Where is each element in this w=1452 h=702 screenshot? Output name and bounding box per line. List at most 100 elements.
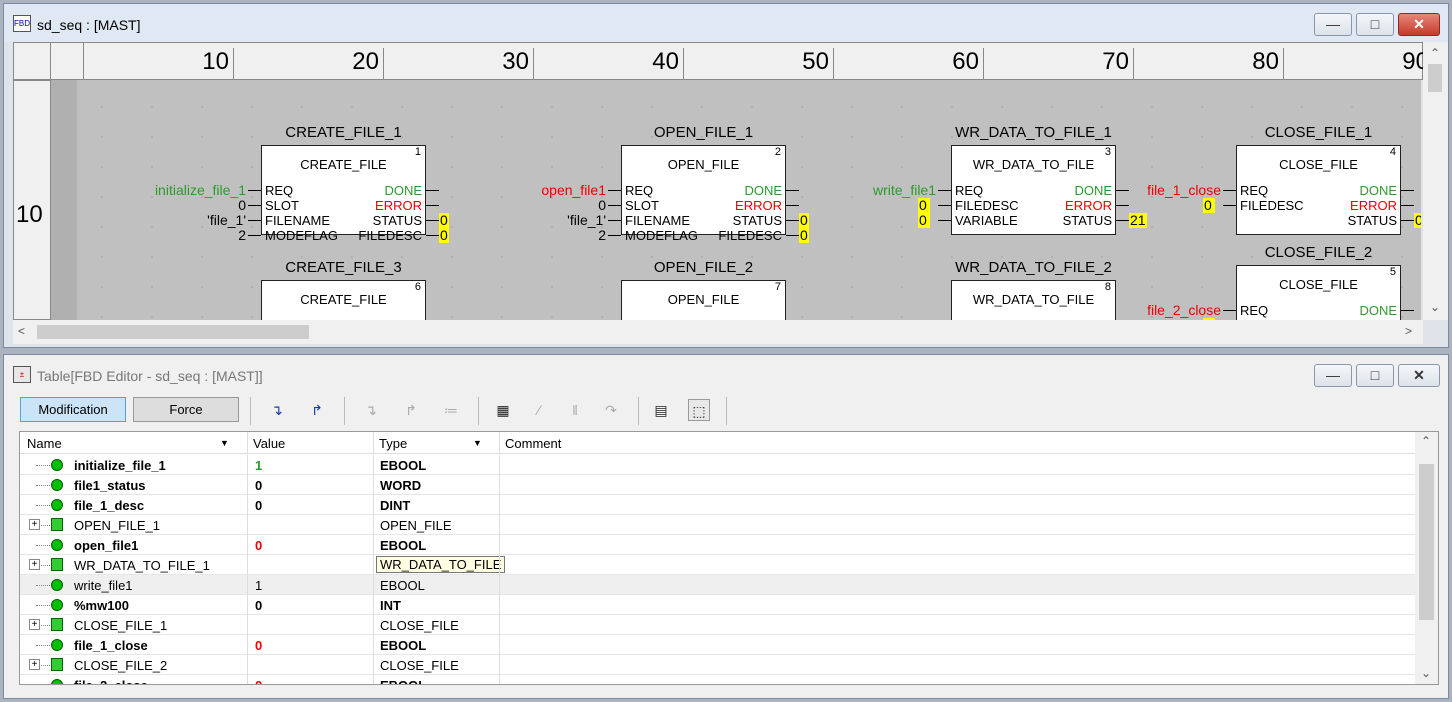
table-row[interactable]: file1_status 0 WORD <box>20 475 1415 495</box>
fb-output-pin[interactable]: STATUS <box>1348 213 1397 228</box>
fbd-horizontal-scrollbar[interactable]: < > <box>13 320 1423 344</box>
fb-input-pin[interactable]: REQ <box>265 183 293 198</box>
fb-input-pin[interactable]: MODEFLAG <box>265 228 338 243</box>
fb-output-pin[interactable]: STATUS <box>1063 213 1112 228</box>
function-block[interactable]: OPEN_FILE7REQDONE <box>621 280 786 320</box>
table-row[interactable]: initialize_file_1 1 EBOOL <box>20 455 1415 475</box>
animation-icon[interactable]: ▤ <box>650 399 672 421</box>
table-row[interactable]: file_1_close 0 EBOOL <box>20 635 1415 655</box>
cell-value[interactable]: 1 <box>255 458 262 473</box>
input-value[interactable]: file_1_close <box>1021 183 1221 198</box>
fb-input-pin[interactable]: SLOT <box>625 198 659 213</box>
reset-icon[interactable]: ‖ <box>564 399 586 421</box>
expand-icon[interactable]: + <box>29 559 40 570</box>
fbd-hscroll-thumb[interactable] <box>37 325 309 339</box>
fb-input-pin[interactable]: FILEDESC <box>1240 198 1304 213</box>
cell-type[interactable]: INT <box>380 598 401 613</box>
input-value[interactable]: initialize_file_1 <box>51 183 246 198</box>
fbd-canvas[interactable]: CREATE_FILE_1 initialize_file_1 0'file_1' 2… <box>51 80 1421 320</box>
fbd-title-bar[interactable]: FBD sd_seq : [MAST] — □ ✕ <box>4 4 1448 42</box>
table-scroll-down-arrow[interactable]: ⌄ <box>1421 666 1431 680</box>
table-vertical-scrollbar[interactable]: ⌃ ⌄ <box>1415 432 1438 684</box>
toggle-icon[interactable]: ↷ <box>600 399 622 421</box>
cell-value[interactable]: 0 <box>255 478 262 493</box>
fb-output-pin[interactable]: FILEDESC <box>718 228 782 243</box>
input-value[interactable]: 'file_1' <box>406 213 606 228</box>
cell-name[interactable]: open_file1 <box>74 538 138 553</box>
rising-edge-icon[interactable]: ↱ <box>306 399 328 421</box>
cell-type[interactable]: CLOSE_FILE <box>380 618 459 633</box>
fb-input-pin[interactable]: REQ <box>1240 183 1268 198</box>
cell-type[interactable]: OPEN_FILE <box>380 518 452 533</box>
input-value[interactable]: write_file1 <box>736 183 936 198</box>
fb-input-pin[interactable]: REQ <box>1240 303 1268 318</box>
scroll-down-arrow[interactable]: ⌄ <box>1430 300 1440 314</box>
table-row[interactable]: + OPEN_FILE_1 OPEN_FILE <box>20 515 1415 535</box>
function-block[interactable]: CREATE_FILE 1 REQ SLOT FILENAME MODEFLAG DONE E… <box>261 145 426 243</box>
input-value[interactable]: 0 <box>918 213 930 228</box>
function-block[interactable]: CREATE_FILE6REQDONE <box>261 280 426 320</box>
fb-output-pin[interactable]: STATUS <box>733 213 782 228</box>
column-value-header[interactable]: Value <box>253 436 285 451</box>
input-value[interactable]: file_2_close <box>1021 303 1221 318</box>
column-name-header[interactable]: Name <box>27 436 62 451</box>
cell-name[interactable]: %mw100 <box>74 598 129 613</box>
force-tab[interactable]: Force <box>133 397 239 422</box>
cell-type[interactable]: EBOOL <box>380 678 426 684</box>
scroll-left-arrow[interactable]: < <box>18 324 25 338</box>
cell-name[interactable]: file_1_close <box>74 638 148 653</box>
cell-name[interactable]: OPEN_FILE_1 <box>74 518 160 533</box>
expand-icon[interactable]: + <box>29 519 40 530</box>
table-title-bar[interactable]: ± Table[FBD Editor - sd_seq : [MAST]] — … <box>4 355 1448 393</box>
select-mode-icon[interactable]: ⬚ <box>688 399 710 421</box>
table-vscroll-thumb[interactable] <box>1419 464 1434 620</box>
cell-value[interactable]: 0 <box>255 498 262 513</box>
input-value[interactable]: 2 <box>406 228 606 243</box>
column-type-header[interactable]: Type <box>379 436 407 451</box>
name-sort-icon[interactable]: ▼ <box>220 438 229 448</box>
input-value[interactable]: 0 <box>406 198 606 213</box>
fb-output-pin[interactable]: ERROR <box>1065 198 1112 213</box>
table-row[interactable]: %mw100 0 INT <box>20 595 1415 615</box>
force-rising-icon[interactable]: ↱ <box>400 399 422 421</box>
cell-type[interactable]: EBOOL <box>380 458 426 473</box>
set-icon[interactable]: ∕ <box>528 399 550 421</box>
fbd-vertical-scrollbar[interactable]: ⌃ ⌄ <box>1423 42 1448 320</box>
close-button[interactable]: ✕ <box>1398 13 1440 36</box>
force-falling-icon[interactable]: ↴ <box>360 399 382 421</box>
force-multi-icon[interactable]: ≔ <box>440 399 462 421</box>
maximize-button[interactable]: □ <box>1356 13 1394 36</box>
expand-icon[interactable]: + <box>29 659 40 670</box>
table-maximize-button[interactable]: □ <box>1356 364 1394 387</box>
table-row[interactable]: write_file1 1 EBOOL <box>20 575 1415 595</box>
cell-name[interactable]: write_file1 <box>74 578 133 593</box>
function-block[interactable]: CLOSE_FILE 4 REQ FILEDESC DONE ERROR STATUS <box>1236 145 1401 235</box>
column-comment-header[interactable]: Comment <box>505 436 561 451</box>
fb-output-pin[interactable]: ERROR <box>735 198 782 213</box>
fb-input-pin[interactable]: REQ <box>625 183 653 198</box>
table-minimize-button[interactable]: — <box>1314 364 1352 387</box>
table-row[interactable]: + WR_DATA_TO_FILE_1 WR_DATA_TO_FILE <box>20 555 1415 575</box>
scroll-right-arrow[interactable]: > <box>1405 324 1412 338</box>
modification-tab[interactable]: Modification <box>20 397 126 422</box>
grid-icon[interactable]: ▦ <box>492 399 514 421</box>
cell-name[interactable]: WR_DATA_TO_FILE_1 <box>74 558 210 573</box>
table-scroll-up-arrow[interactable]: ⌃ <box>1421 434 1431 448</box>
scroll-up-arrow[interactable]: ⌃ <box>1430 46 1440 60</box>
input-value[interactable]: 0 <box>51 198 246 213</box>
output-value[interactable]: 0 <box>1414 213 1421 228</box>
fb-input-pin[interactable]: SLOT <box>265 198 299 213</box>
fb-output-pin[interactable]: ERROR <box>1350 198 1397 213</box>
table-row[interactable]: file_1_desc 0 DINT <box>20 495 1415 515</box>
output-value[interactable]: 0 <box>799 213 809 228</box>
fb-input-pin[interactable]: FILEDESC <box>955 198 1019 213</box>
fb-input-pin[interactable]: FILENAME <box>625 213 690 228</box>
fb-input-pin[interactable]: FILENAME <box>265 213 330 228</box>
cell-type[interactable]: CLOSE_FILE <box>380 658 459 673</box>
table-row[interactable]: + CLOSE_FILE_2 CLOSE_FILE <box>20 655 1415 675</box>
table-row[interactable]: + CLOSE_FILE_1 CLOSE_FILE <box>20 615 1415 635</box>
input-value[interactable]: 0 <box>1203 198 1215 213</box>
input-value[interactable]: 'file_1' <box>51 213 246 228</box>
cell-type[interactable]: DINT <box>380 498 410 513</box>
cell-name[interactable]: file_2_close <box>74 678 148 684</box>
